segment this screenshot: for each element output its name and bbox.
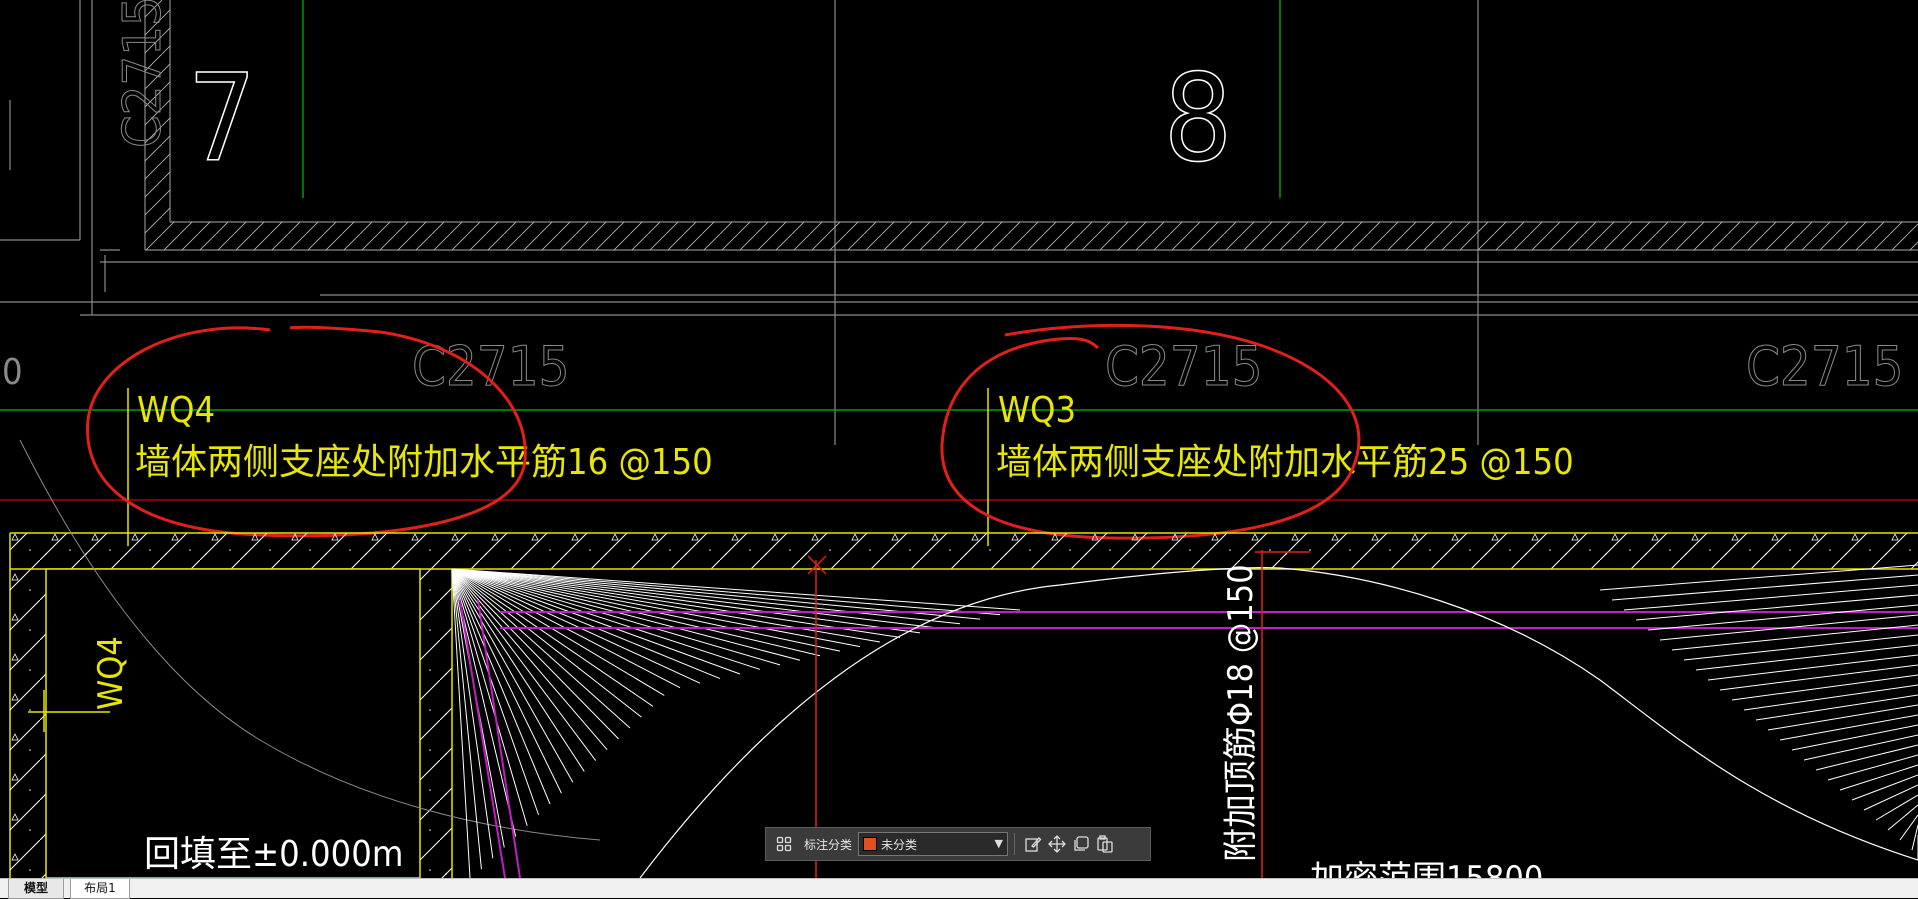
fan-line bbox=[1791, 724, 1918, 751]
fan-line bbox=[451, 568, 551, 805]
fan-line bbox=[1875, 794, 1918, 821]
window-tag: C2715 bbox=[113, 0, 173, 148]
fan-line bbox=[1707, 654, 1918, 681]
category-color-swatch bbox=[863, 837, 878, 851]
layout-tab-bar: 模型 布局1 bbox=[0, 878, 1918, 899]
fan-line bbox=[451, 568, 841, 652]
cad-drawing-canvas[interactable]: 7 8 C2715 C2715 C2715 C2715 0 WQ4 墙体两侧支座… bbox=[0, 0, 1918, 878]
fan-line bbox=[451, 568, 861, 648]
range-note: 加密范围15800 bbox=[1310, 859, 1543, 878]
annotation-category-toolbar[interactable]: 标注分类 未分类 ▼ bbox=[765, 827, 1151, 861]
fan-line bbox=[1779, 714, 1918, 741]
fan-line bbox=[1815, 744, 1918, 771]
pit-wall-hatch bbox=[420, 569, 452, 878]
fan-line bbox=[451, 568, 540, 816]
fan-line bbox=[1731, 674, 1918, 701]
magenta-rebar-lines bbox=[459, 599, 1918, 878]
tab-layout1[interactable]: 布局1 bbox=[70, 879, 130, 899]
drawing-svg[interactable]: 7 8 C2715 C2715 C2715 C2715 0 WQ4 墙体两侧支座… bbox=[0, 0, 1918, 878]
room-number-8: 8 bbox=[1164, 50, 1233, 189]
foundation-slab-hatch bbox=[10, 533, 1918, 569]
category-label: 标注分类 bbox=[804, 837, 853, 852]
grid-icon[interactable] bbox=[772, 832, 796, 856]
fan-line bbox=[1743, 684, 1918, 711]
annotation-note: 墙体两侧支座处附加水平筋16 @150 bbox=[135, 442, 713, 483]
fan-line bbox=[1623, 584, 1918, 611]
room-number-7: 7 bbox=[188, 50, 257, 189]
fan-line bbox=[1911, 824, 1918, 851]
fan-line bbox=[1863, 784, 1918, 811]
window-tag: C2715 bbox=[1105, 335, 1263, 398]
fan-line bbox=[1839, 764, 1918, 791]
move-icon[interactable] bbox=[1045, 832, 1069, 856]
fan-line bbox=[1719, 664, 1918, 691]
backfill-note: 回填至±0.000m bbox=[144, 834, 403, 875]
paste-icon[interactable] bbox=[1093, 832, 1117, 856]
vertical-wall-tag: WQ4 bbox=[91, 636, 131, 710]
backfill-box bbox=[45, 568, 421, 878]
fan-line bbox=[1683, 634, 1918, 661]
fan-line bbox=[1767, 704, 1918, 731]
fan-line bbox=[1695, 644, 1918, 671]
tab-model[interactable]: 模型 bbox=[8, 879, 64, 899]
annotation-id: WQ3 bbox=[998, 390, 1076, 431]
rebar-note: 附加顶筋Φ18 @150 bbox=[1221, 564, 1261, 862]
fan-line bbox=[451, 568, 1001, 616]
fan-line bbox=[1755, 694, 1918, 721]
fan-line bbox=[1851, 774, 1918, 801]
fan-line bbox=[1887, 804, 1918, 831]
fan-line bbox=[1647, 604, 1918, 631]
left-wall-hatch bbox=[10, 569, 46, 878]
fan-line bbox=[1803, 734, 1918, 761]
wall-annotation-wq4[interactable]: WQ4 墙体两侧支座处附加水平筋16 @150 bbox=[127, 388, 713, 546]
fan-line bbox=[1827, 754, 1918, 781]
copy-icon[interactable] bbox=[1069, 832, 1093, 856]
category-value: 未分类 bbox=[881, 837, 918, 852]
edit-icon[interactable] bbox=[1021, 832, 1045, 856]
wall-hatch-top bbox=[170, 222, 1918, 250]
green-axis-lines bbox=[0, 0, 1918, 411]
annotation-note: 墙体两侧支座处附加水平筋25 @150 bbox=[996, 442, 1574, 483]
category-dropdown[interactable]: 未分类 ▼ bbox=[858, 832, 1009, 856]
edge-number: 0 bbox=[2, 352, 23, 393]
window-tag: C2715 bbox=[412, 335, 570, 398]
markup-circle-wq4 bbox=[86, 325, 527, 538]
fan-line bbox=[1611, 574, 1918, 601]
right-fan-lines bbox=[1599, 564, 1918, 860]
annotation-id: WQ4 bbox=[137, 390, 215, 431]
fan-line bbox=[1635, 594, 1918, 621]
chevron-down-icon: ▼ bbox=[994, 837, 1004, 850]
window-tag: C2715 bbox=[1746, 335, 1904, 398]
